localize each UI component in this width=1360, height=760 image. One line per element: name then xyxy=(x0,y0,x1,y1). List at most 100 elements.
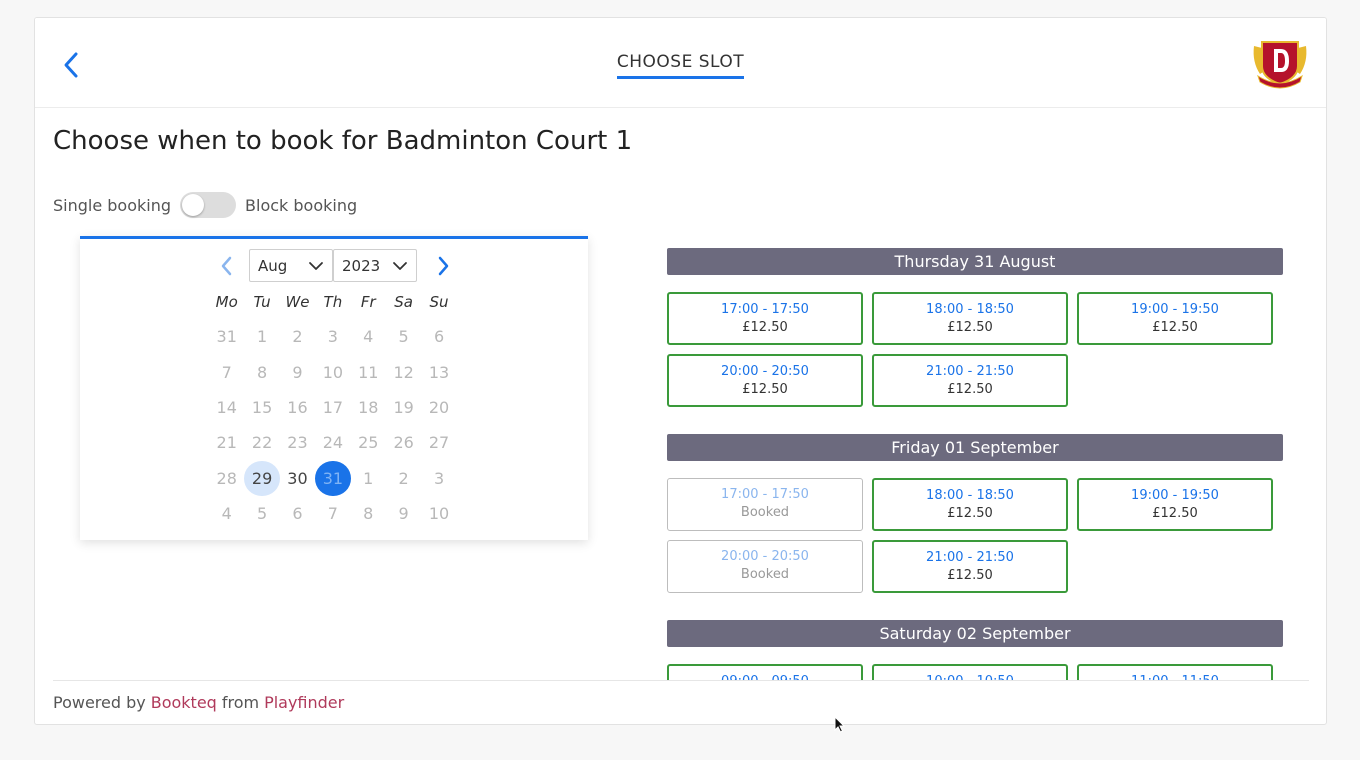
month-select-value: Aug xyxy=(258,256,288,275)
slot-time: 17:00 - 17:50 xyxy=(721,487,809,502)
calendar-day[interactable]: 18 xyxy=(351,390,386,425)
calendar-day[interactable]: 2 xyxy=(386,461,421,496)
calendar-day[interactable]: 4 xyxy=(209,496,244,531)
calendar-day[interactable]: 15 xyxy=(244,390,279,425)
booking-type-toggle[interactable] xyxy=(180,192,237,218)
bookteq-link[interactable]: Bookteq xyxy=(151,693,217,712)
calendar-day[interactable]: 5 xyxy=(244,496,279,531)
slot-button[interactable]: 19:00 - 19:50 £12.50 xyxy=(1077,478,1273,531)
slot-booked: 17:00 - 17:50 Booked xyxy=(667,478,863,531)
calendar-day[interactable]: 12 xyxy=(386,354,421,389)
slot-button[interactable]: 09:00 - 09:50£12.50 xyxy=(667,664,863,680)
slot-time: 18:00 - 18:50 xyxy=(926,302,1014,317)
calendar-day[interactable]: 30 xyxy=(280,461,315,496)
weekday-label: Tu xyxy=(253,293,271,311)
weekday-label: Sa xyxy=(394,293,413,311)
calendar-day[interactable]: 7 xyxy=(315,496,350,531)
calendar-day[interactable]: 1 xyxy=(244,319,279,354)
slot-time: 19:00 - 19:50 xyxy=(1131,488,1219,503)
calendar-day[interactable]: 13 xyxy=(421,354,456,389)
slot-price: £12.50 xyxy=(947,320,993,335)
header: CHOOSE SLOT xyxy=(35,18,1326,108)
playfinder-link[interactable]: Playfinder xyxy=(264,693,344,712)
slot-price: £12.50 xyxy=(742,382,788,397)
next-month-button[interactable] xyxy=(432,255,454,277)
year-select-value: 2023 xyxy=(342,256,381,275)
calendar-day[interactable]: 10 xyxy=(315,354,350,389)
chevron-down-icon xyxy=(393,261,407,270)
day-header-bar: Friday 01 September xyxy=(667,434,1283,461)
chevron-left-icon xyxy=(221,256,232,276)
calendar-day[interactable]: 4 xyxy=(351,319,386,354)
year-select[interactable]: 2023 xyxy=(333,249,417,282)
calendar-day-today[interactable]: 29 xyxy=(244,460,280,496)
calendar-day[interactable]: 27 xyxy=(421,425,456,460)
slot-button[interactable]: 20:00 - 20:50 £12.50 xyxy=(667,354,863,407)
slot-button[interactable]: 18:00 - 18:50 £12.50 xyxy=(872,292,1068,345)
calendar-day[interactable]: 20 xyxy=(421,390,456,425)
slot-button[interactable]: 19:00 - 19:50 £12.50 xyxy=(1077,292,1273,345)
calendar-day[interactable]: 9 xyxy=(386,496,421,531)
slot-status: Booked xyxy=(740,567,790,582)
calendar-day[interactable]: 26 xyxy=(386,425,421,460)
calendar-day[interactable]: 17 xyxy=(315,390,350,425)
calendar-day-selected[interactable]: 31 xyxy=(315,460,351,496)
calendar-day[interactable]: 11 xyxy=(351,354,386,389)
mouse-cursor-icon xyxy=(834,716,846,733)
calendar-day[interactable]: 24 xyxy=(315,425,350,460)
calendar-day[interactable]: 6 xyxy=(280,496,315,531)
weekday-label: We xyxy=(285,293,310,311)
slot-price: £12.50 xyxy=(1152,506,1198,521)
slot-button[interactable]: 17:00 - 17:50 £12.50 xyxy=(667,292,863,345)
weekday-label: Su xyxy=(429,293,449,311)
calendar-day[interactable]: 22 xyxy=(244,425,279,460)
weekday-label: Fr xyxy=(360,293,376,311)
footer-prefix: Powered by xyxy=(53,693,146,712)
day-header-bar: Thursday 31 August xyxy=(667,248,1283,275)
calendar-day[interactable]: 2 xyxy=(280,319,315,354)
month-select[interactable]: Aug xyxy=(249,249,333,282)
calendar-day[interactable]: 28 xyxy=(209,461,244,496)
calendar-day[interactable]: 8 xyxy=(351,496,386,531)
footer: Powered by Bookteq from Playfinder xyxy=(53,680,1309,724)
calendar-day[interactable]: 10 xyxy=(421,496,456,531)
calendar-day[interactable]: 6 xyxy=(421,319,456,354)
slot-time: 21:00 - 21:50 xyxy=(926,364,1014,379)
sportclub-shield-logo xyxy=(1253,41,1307,89)
calendar-day[interactable]: 3 xyxy=(421,461,456,496)
calendar-day[interactable]: 14 xyxy=(209,390,244,425)
slot-price: £12.50 xyxy=(742,320,788,335)
slot-grid: 17:00 - 17:50 Booked 18:00 - 18:50 £12.50 19… xyxy=(667,478,1283,593)
toggle-knob xyxy=(182,194,205,216)
slot-grid: 17:00 - 17:50 £12.50 18:00 - 18:50 £12.50 19… xyxy=(667,292,1283,407)
slot-time: 17:00 - 17:50 xyxy=(721,302,809,317)
calendar-day[interactable]: 21 xyxy=(209,425,244,460)
slot-button[interactable]: 21:00 - 21:50 £12.50 xyxy=(872,354,1068,407)
weekday-label: Th xyxy=(323,293,343,311)
calendar-day[interactable]: 31 xyxy=(209,319,244,354)
calendar-day[interactable]: 8 xyxy=(244,354,279,389)
calendar-day[interactable]: 7 xyxy=(209,354,244,389)
footer-middle: from xyxy=(221,693,260,712)
day-slots-block: Friday 01 September 17:00 - 17:50 Booked 18… xyxy=(667,434,1283,593)
calendar-day[interactable]: 25 xyxy=(351,425,386,460)
calendar-day[interactable]: 23 xyxy=(280,425,315,460)
calendar-day[interactable]: 1 xyxy=(351,461,386,496)
slot-time: 20:00 - 20:50 xyxy=(721,549,809,564)
page-title: CHOOSE SLOT xyxy=(616,52,745,79)
slot-button[interactable]: 11:00 - 11:50£12.50 xyxy=(1077,664,1273,680)
calendar-day[interactable]: 19 xyxy=(386,390,421,425)
calendar-day[interactable]: 3 xyxy=(315,319,350,354)
slot-button[interactable]: 18:00 - 18:50 £12.50 xyxy=(872,478,1068,531)
slot-button[interactable]: 21:00 - 21:50 £12.50 xyxy=(872,540,1068,593)
calendar-day[interactable]: 5 xyxy=(386,319,421,354)
calendar-day[interactable]: 9 xyxy=(280,354,315,389)
weekday-header: Mo Tu We Th Fr Sa Su xyxy=(209,291,457,313)
date-picker: Aug 2023 Mo Tu We Th Fr Sa Su 31 1 2 3 4 5 6 7 8 9 10 11 1… xyxy=(80,236,588,540)
chevron-down-icon xyxy=(309,261,323,270)
page-heading: Choose when to book for Badminton Court … xyxy=(53,126,633,156)
app-frame: CHOOSE SLOT Choose when to book for Badm… xyxy=(34,17,1327,725)
prev-month-button[interactable] xyxy=(216,255,238,277)
slot-button[interactable]: 10:00 - 10:50£12.50 xyxy=(872,664,1068,680)
calendar-day[interactable]: 16 xyxy=(280,390,315,425)
